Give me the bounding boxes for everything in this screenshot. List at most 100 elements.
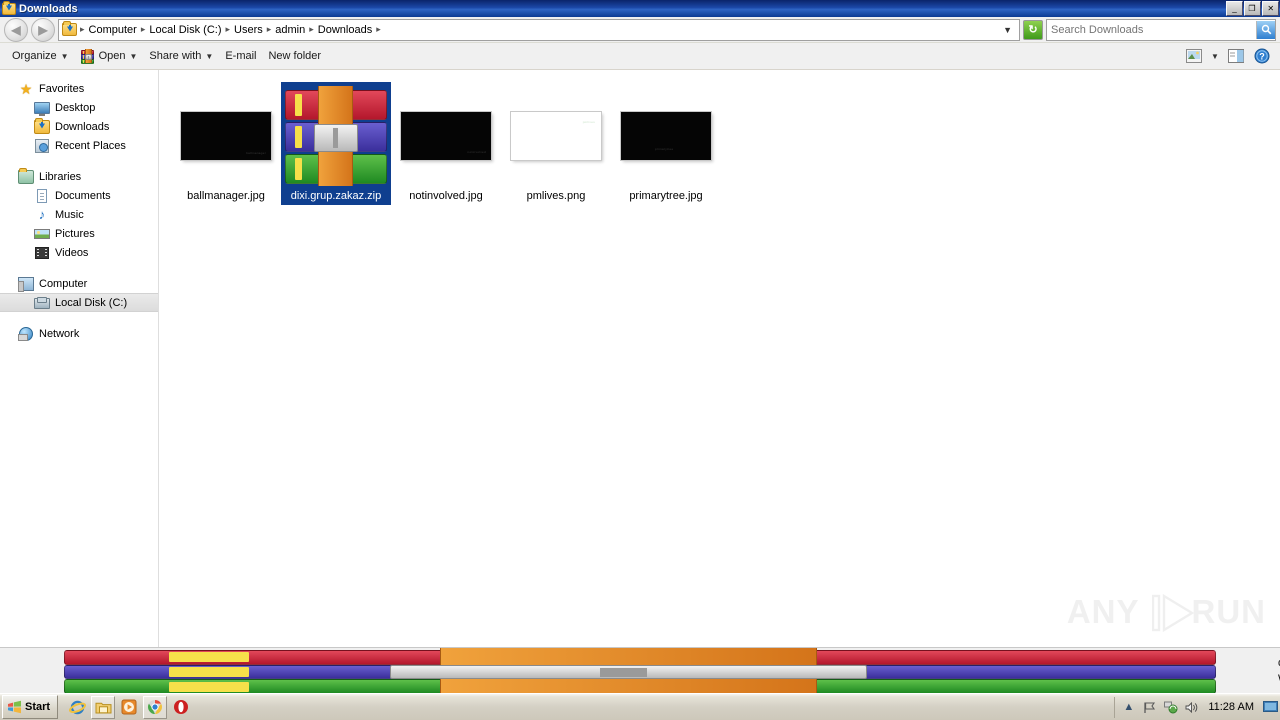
breadcrumb-item-admin[interactable]: admin	[272, 23, 308, 37]
system-tray: ▲ 11:28 AM	[1114, 696, 1280, 718]
file-name-label: ballmanager.jpg	[187, 190, 265, 202]
toolbar-right-group: ▼ ?	[1182, 46, 1274, 67]
sidebar-item-downloads[interactable]: Downloads	[0, 117, 158, 136]
sidebar-item-recent-places[interactable]: Recent Places	[0, 136, 158, 155]
flag-action-center-icon[interactable]	[1142, 700, 1157, 715]
libraries-icon	[18, 167, 34, 185]
change-view-button[interactable]	[1182, 46, 1206, 67]
chevron-down-icon: ▼	[1211, 51, 1219, 61]
file-list-pane[interactable]: ballmanager ballmanager.jpg dixi.grup.za…	[159, 70, 1280, 647]
file-item-dixi-grup-zakaz-zip[interactable]: dixi.grup.zakaz.zip	[281, 82, 391, 205]
maximize-button[interactable]: ❐	[1244, 1, 1261, 16]
details-pane: dixi.grup.zakaz.zip WinRAR ZIP archive D…	[0, 647, 1280, 695]
sidebar-item-desktop[interactable]: Desktop	[0, 98, 158, 117]
anyrun-watermark: ANY RUN	[1067, 593, 1266, 632]
organize-label: Organize	[12, 50, 57, 62]
help-button[interactable]: ?	[1250, 46, 1274, 67]
preview-pane-button[interactable]	[1224, 46, 1248, 67]
maximize-icon: ❐	[1248, 3, 1257, 13]
refresh-button[interactable]: ↻	[1023, 19, 1043, 40]
start-label: Start	[25, 701, 51, 713]
thumbnail-watermark-text: ballmanager	[246, 151, 266, 155]
windows-explorer-icon[interactable]	[91, 695, 116, 719]
chevron-down-icon: ▼	[60, 51, 69, 61]
taskbar-clock[interactable]: 11:28 AM	[1205, 701, 1257, 713]
sidebar-label-downloads: Downloads	[55, 120, 110, 133]
sidebar-item-music[interactable]: ♪ Music	[0, 205, 158, 224]
start-button[interactable]: Start	[2, 695, 59, 719]
sidebar-label-music: Music	[55, 208, 84, 221]
close-button[interactable]: ✕	[1262, 1, 1279, 16]
file-item-notinvolved[interactable]: notinvolved notinvolved.jpg	[391, 82, 501, 205]
play-triangle-glyph	[1151, 594, 1194, 632]
navigation-pane[interactable]: ★ Favorites Desktop Downloads Recent Pla…	[0, 70, 159, 647]
chevron-down-icon: ▼	[129, 51, 138, 61]
sidebar-item-computer[interactable]: Computer	[0, 274, 158, 293]
folder-downloads-icon	[2, 0, 16, 16]
chrome-icon[interactable]	[143, 695, 168, 719]
organize-button[interactable]: Organize ▼	[6, 45, 75, 67]
opera-icon[interactable]	[170, 697, 192, 718]
thumbnail-container	[281, 86, 391, 186]
breadcrumb: Computer ▸ Local Disk (C:) ▸ Users ▸ adm…	[86, 23, 999, 37]
sidebar-label-computer: Computer	[39, 277, 88, 290]
sidebar-label-local-disk-c: Local Disk (C:)	[55, 296, 128, 309]
thumbnail-watermark-text: notinvolved	[467, 150, 486, 154]
taskbar: Start ▲ 11:28 AM	[0, 693, 1280, 720]
thumbnail-image: pmlives	[511, 112, 601, 160]
search-input[interactable]	[1047, 23, 1256, 36]
minimize-button[interactable]: _	[1226, 1, 1243, 16]
file-item-pmlives[interactable]: pmlives pmlives.png	[501, 82, 611, 205]
breadcrumb-item-users[interactable]: Users	[231, 23, 266, 37]
breadcrumb-item-downloads[interactable]: Downloads	[315, 23, 375, 37]
show-desktop-icon[interactable]	[1263, 700, 1278, 715]
breadcrumb-bar[interactable]: ▸ Computer ▸ Local Disk (C:) ▸ Users ▸ a…	[58, 18, 1020, 41]
internet-explorer-icon[interactable]	[66, 697, 88, 718]
preview-icon	[1228, 49, 1244, 63]
breadcrumb-item-computer[interactable]: Computer	[86, 23, 140, 37]
refresh-icon: ↻	[1028, 24, 1038, 36]
file-item-primarytree[interactable]: primarytree primarytree.jpg	[611, 82, 721, 205]
winrar-icon	[14, 648, 1266, 695]
computer-icon	[18, 276, 34, 292]
forward-button[interactable]: ▶	[31, 17, 55, 42]
sidebar-item-pictures[interactable]: Pictures	[0, 224, 158, 243]
thumbnail-image: notinvolved	[401, 112, 491, 160]
chrome-glyph	[148, 700, 163, 714]
opera-glyph	[174, 700, 189, 714]
back-icon: ◀	[11, 22, 21, 37]
svg-text:?: ?	[1259, 52, 1265, 62]
sidebar-item-favorites[interactable]: ★ Favorites	[0, 79, 158, 98]
back-button[interactable]: ◀	[4, 17, 28, 42]
sidebar-item-libraries[interactable]: Libraries	[0, 167, 158, 186]
sidebar-item-videos[interactable]: Videos	[0, 243, 158, 262]
open-button[interactable]: Open ▼	[75, 45, 144, 67]
search-icon[interactable]	[1256, 20, 1275, 39]
chevron-up-icon: ▲	[1123, 701, 1135, 713]
music-note-icon: ♪	[38, 207, 46, 222]
sidebar-item-local-disk-c[interactable]: Local Disk (C:)	[0, 293, 158, 312]
share-with-button[interactable]: Share with ▼	[143, 45, 219, 67]
windows-logo-icon	[8, 700, 21, 714]
breadcrumb-separator-5[interactable]: ▸	[375, 24, 382, 35]
search-box[interactable]	[1046, 18, 1276, 41]
breadcrumb-item-local-disk[interactable]: Local Disk (C:)	[146, 23, 224, 37]
address-history-dropdown[interactable]: ▼	[998, 25, 1017, 35]
sidebar-item-documents[interactable]: Documents	[0, 186, 158, 205]
ie-glyph	[68, 700, 86, 714]
quick-launch-bar	[66, 695, 192, 719]
new-folder-button[interactable]: New folder	[262, 45, 327, 67]
sidebar-item-network[interactable]: Network	[0, 324, 158, 343]
email-button[interactable]: E-mail	[219, 45, 262, 67]
show-hidden-icons-icon[interactable]: ▲	[1121, 700, 1136, 715]
view-dropdown-button[interactable]: ▼	[1208, 46, 1222, 67]
file-item-ballmanager[interactable]: ballmanager ballmanager.jpg	[171, 82, 281, 205]
media-player-icon[interactable]	[118, 697, 140, 718]
network-glyph	[1163, 701, 1178, 713]
hard-disk-icon	[34, 295, 50, 311]
network-tray-icon[interactable]	[1163, 700, 1178, 715]
title-bar: Downloads _ ❐ ✕	[0, 0, 1280, 17]
thumbnail-watermark-text: primarytree	[654, 147, 674, 151]
volume-icon[interactable]	[1184, 700, 1199, 715]
file-name-label: dixi.grup.zakaz.zip	[290, 190, 382, 202]
